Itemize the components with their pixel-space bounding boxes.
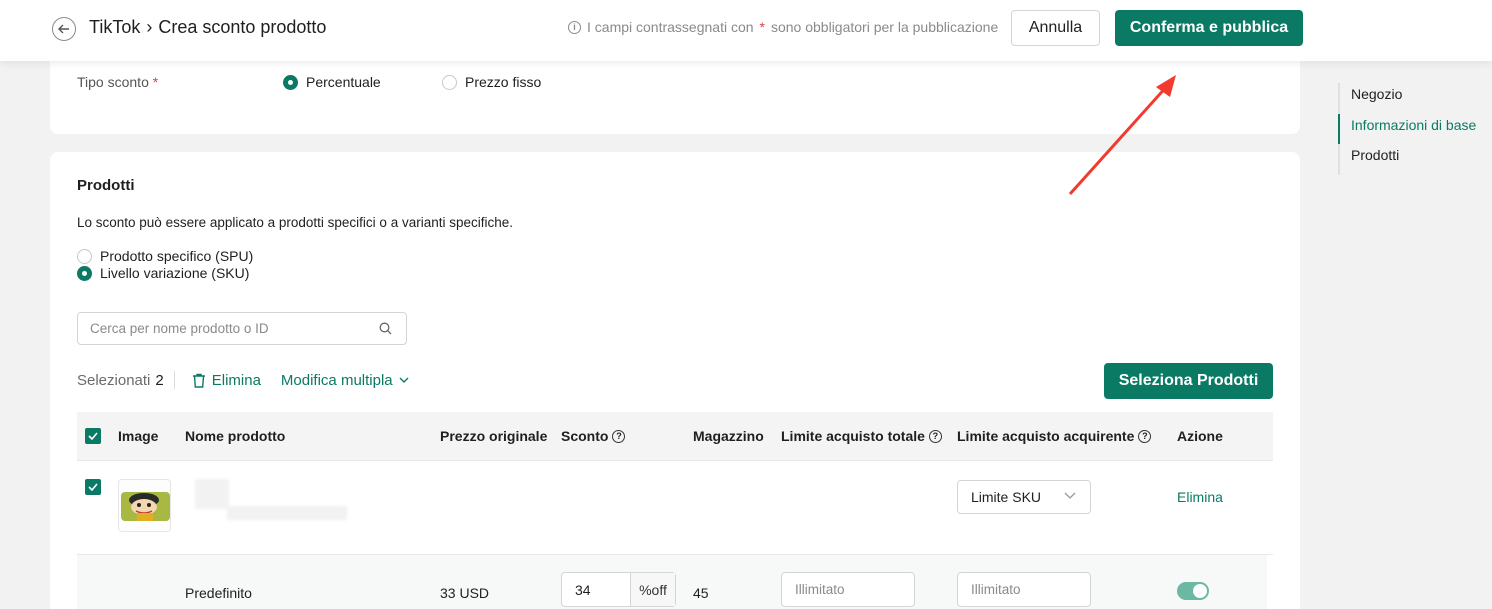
table-row: Limite SKU Elimina: [77, 461, 1273, 555]
radio-scope-sku[interactable]: Livello variazione (SKU): [77, 265, 249, 281]
variant-stock: 45: [693, 585, 709, 601]
info-icon: i: [568, 20, 581, 34]
confirm-publish-button[interactable]: Conferma e pubblica: [1115, 10, 1303, 46]
products-title: Prodotti: [77, 177, 135, 194]
col-buyer-limit: Limite acquisto acquirente ?: [957, 428, 1152, 444]
check-icon: [88, 483, 98, 491]
bulk-edit-label: Modifica multipla: [280, 371, 393, 389]
search-icon[interactable]: [379, 322, 392, 335]
product-image: [119, 480, 170, 531]
top-header: TikTok › Crea sconto prodotto i I campi …: [0, 0, 1492, 61]
back-arrow-icon: [58, 24, 69, 34]
product-search: [77, 312, 407, 345]
radio-dot-selected[interactable]: [283, 74, 298, 90]
discount-input[interactable]: [562, 573, 630, 606]
radio-fixed-price[interactable]: Prezzo fisso: [442, 74, 541, 90]
required-note-after: sono obbligatori per la pubblicazione: [770, 19, 999, 35]
radio-scope-sku-label: Livello variazione (SKU): [100, 265, 250, 281]
radio-scope-spu[interactable]: Prodotto specifico (SPU): [77, 248, 253, 264]
discount-type-label: Tipo sconto *: [77, 74, 158, 90]
trash-icon: [192, 373, 205, 388]
buyer-limit-field: [957, 572, 1091, 607]
select-products-button[interactable]: Seleziona Prodotti: [1104, 363, 1273, 399]
col-product-name: Nome prodotto: [185, 428, 286, 444]
variant-name: Predefinito: [185, 585, 252, 601]
buyer-limit-input[interactable]: [958, 573, 1090, 606]
col-image: Image: [118, 428, 159, 444]
table-header: Image Nome prodotto Prezzo originale Sco…: [77, 412, 1273, 461]
discount-field: %off: [561, 572, 676, 607]
breadcrumb-root[interactable]: TikTok: [89, 17, 140, 38]
radio-dot[interactable]: [442, 74, 457, 90]
section-anchor-nav: Negozio Informazioni di base Prodotti: [1338, 83, 1488, 175]
radio-fixed-price-label: Prezzo fisso: [465, 74, 542, 90]
toolbar-divider: [173, 371, 175, 389]
selected-label: Selezionati: [77, 371, 151, 389]
variant-enable-toggle[interactable]: [1177, 582, 1209, 600]
required-star: *: [152, 74, 159, 90]
products-description: Lo sconto può essere applicato a prodott…: [77, 215, 514, 230]
col-action: Azione: [1177, 428, 1223, 444]
radio-dot-selected[interactable]: [77, 265, 92, 281]
bulk-delete-button[interactable]: Elimina: [192, 372, 261, 389]
required-fields-note: i I campi contrassegnati con * sono obbl…: [568, 19, 998, 35]
variant-price: 33 USD: [440, 585, 490, 601]
redacted-product-name: [195, 479, 229, 509]
product-thumbnail[interactable]: [118, 479, 171, 532]
bulk-delete-label: Elimina: [211, 371, 261, 389]
selected-count: 2: [155, 371, 164, 389]
anchor-item-prodotti[interactable]: Prodotti: [1338, 144, 1488, 175]
help-icon[interactable]: ?: [612, 429, 626, 443]
total-limit-field: [781, 572, 915, 607]
check-icon: [88, 432, 98, 440]
col-original-price: Prezzo originale: [440, 428, 548, 444]
col-discount: Sconto ?: [561, 428, 626, 444]
total-limit-input[interactable]: [782, 573, 914, 606]
row-delete-link[interactable]: Elimina: [1177, 489, 1223, 505]
limit-select-value: Limite SKU: [971, 489, 1042, 505]
radio-percentage[interactable]: Percentuale: [283, 74, 381, 90]
col-buyer-limit-label: Limite acquisto acquirente: [957, 428, 1135, 444]
page-title: Crea sconto prodotto: [158, 17, 327, 37]
required-note-before: I campi contrassegnati con: [587, 19, 754, 35]
radio-dot[interactable]: [77, 248, 92, 264]
redacted-product-id: [227, 506, 347, 520]
products-card: Prodotti Lo sconto può essere applicato …: [50, 152, 1300, 609]
search-input[interactable]: [78, 313, 368, 344]
col-total-limit: Limite acquisto totale ?: [781, 428, 942, 444]
chevron-down-icon: [1064, 492, 1076, 499]
limit-select[interactable]: Limite SKU: [957, 480, 1091, 514]
annotation-arrow-icon: [1068, 75, 1176, 196]
selection-toolbar: Selezionati 2 Elimina Modifica multipla: [77, 371, 409, 389]
radio-percentage-label: Percentuale: [306, 74, 381, 90]
radio-scope-spu-label: Prodotto specifico (SPU): [100, 248, 254, 264]
col-stock: Magazzino: [693, 428, 764, 444]
row-checkbox[interactable]: [85, 479, 101, 495]
discount-type-label-text: Tipo sconto: [77, 74, 149, 90]
col-total-limit-label: Limite acquisto totale: [781, 428, 925, 444]
breadcrumb: TikTok › Crea sconto prodotto: [89, 17, 326, 38]
help-icon[interactable]: ?: [928, 429, 942, 443]
table-row: Predefinito 33 USD %off 45: [77, 555, 1267, 609]
anchor-item-negozio[interactable]: Negozio: [1338, 83, 1488, 114]
col-discount-label: Sconto: [561, 428, 609, 444]
bulk-edit-button[interactable]: Modifica multipla: [281, 372, 409, 389]
help-icon[interactable]: ?: [1138, 429, 1152, 443]
required-star: *: [759, 19, 765, 35]
breadcrumb-separator: ›: [146, 17, 153, 37]
select-all-checkbox[interactable]: [85, 428, 101, 444]
cancel-button[interactable]: Annulla: [1011, 10, 1100, 46]
discount-unit: %off: [630, 573, 675, 606]
chevron-down-icon: [399, 377, 409, 383]
back-button[interactable]: [52, 17, 76, 41]
anchor-item-informazioni-di-base[interactable]: Informazioni di base: [1338, 113, 1488, 145]
